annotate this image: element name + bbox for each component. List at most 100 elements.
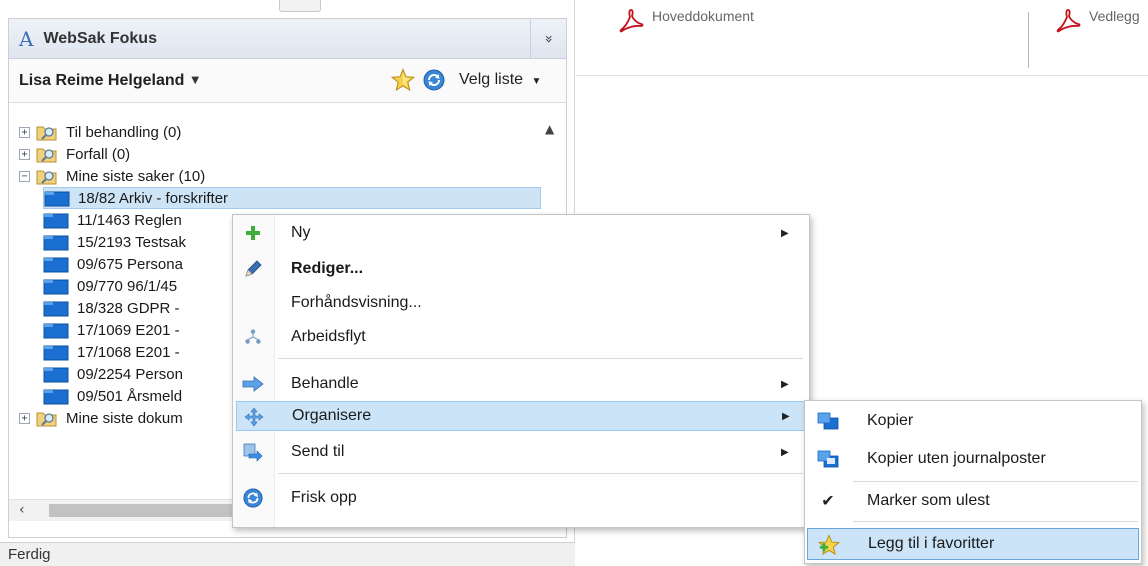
menu-item-label: Behandle (291, 375, 359, 392)
menu-item-forhandsvisning[interactable]: Forhåndsvisning... (236, 288, 806, 318)
menu-separator (853, 521, 1138, 522)
tree-node-label: Forfall (0) (66, 145, 131, 163)
collapse-button[interactable]: » (530, 19, 566, 58)
context-menu: Ny ▶ Rediger... Forhåndsvisning... Arbei… (232, 214, 810, 528)
tab-vedlegg[interactable]: Vedlegg (1055, 8, 1140, 34)
caret-down-icon: ▼ (531, 76, 542, 87)
add-favorite-icon (818, 534, 840, 556)
menu-item-ny[interactable]: Ny ▶ (236, 218, 806, 248)
tree-node-label: 18/328 GDPR - (77, 299, 180, 317)
scroll-left-icon[interactable]: ‹ (19, 502, 25, 518)
tree-node-til-behandling[interactable]: + Til behandling (0) (19, 121, 181, 143)
pdf-icon (619, 9, 644, 33)
collapse-icon[interactable]: − (19, 170, 30, 182)
submenu-arrow-icon: ▶ (781, 446, 789, 458)
tree-node-label: 09/675 Persona (77, 255, 183, 273)
expand-icon[interactable]: + (19, 126, 30, 138)
refresh-icon (242, 487, 264, 509)
scrollbar-thumb[interactable] (49, 504, 249, 517)
case-folder-icon (43, 367, 69, 382)
expand-icon[interactable]: + (19, 412, 30, 424)
menu-item-label: Legg til i favoritter (868, 535, 995, 552)
submenu-arrow-icon: ▶ (781, 227, 789, 239)
checkmark-icon: ✔ (821, 493, 835, 510)
menu-item-arbeidsflyt[interactable]: Arbeidsflyt (236, 322, 806, 352)
tree-node-case[interactable]: 17/1069 E201 - (43, 319, 180, 341)
case-folder-icon (43, 257, 69, 272)
search-folder-icon (36, 170, 57, 185)
menu-item-label: Marker som ulest (867, 492, 990, 509)
caret-down-icon[interactable]: ▼ (191, 75, 199, 86)
tree-node-label: 11/1463 Reglen (77, 211, 182, 229)
menu-item-organisere[interactable]: Organisere ▶ (236, 401, 806, 431)
tree-node-case[interactable]: 17/1068 E201 - (43, 341, 180, 363)
submenu-item-kopier[interactable]: Kopier (807, 405, 1139, 437)
tree-node-case[interactable]: 09/2254 Person (43, 363, 183, 385)
panel-title: WebSak Fokus (43, 29, 157, 47)
tree-node-case[interactable]: 18/328 GDPR - (43, 297, 180, 319)
tree-node-case[interactable]: 15/2193 Testsak (43, 231, 186, 253)
menu-item-label: Kopier (867, 412, 914, 429)
case-folder-icon (43, 279, 69, 294)
tab-hoveddokument[interactable]: Hoveddokument (618, 8, 754, 34)
refresh-list-icon[interactable] (423, 69, 445, 91)
tree-node-label: 09/501 Årsmeld (77, 387, 183, 405)
menu-item-rediger[interactable]: Rediger... (236, 254, 806, 284)
organize-icon (243, 406, 265, 428)
tree-node-label: 09/770 96/1/45 (77, 277, 178, 295)
case-folder-icon (43, 345, 69, 360)
menu-item-frisk-opp[interactable]: Frisk opp (236, 483, 806, 513)
pencil-icon (242, 258, 264, 280)
tree-node-label: 17/1069 E201 - (77, 321, 180, 339)
tree-node-forfall[interactable]: + Forfall (0) (19, 143, 130, 165)
tab-label: Vedlegg (1089, 8, 1140, 24)
search-folder-icon (36, 148, 57, 163)
select-list-label: Velg liste (459, 71, 524, 88)
menu-separator (278, 358, 803, 359)
favorites-star-icon[interactable] (391, 68, 415, 92)
select-list-dropdown[interactable]: Velg liste ▼ (459, 71, 541, 89)
menu-separator (853, 481, 1138, 482)
tree-node-label: 18/82 Arkiv - forskrifter (78, 189, 229, 207)
submenu-arrow-icon: ▶ (781, 378, 789, 390)
tree-node-case-selected[interactable]: 18/82 Arkiv - forskrifter (43, 187, 541, 209)
tree-node-case[interactable]: 09/675 Persona (43, 253, 183, 275)
tree-node-label: Til behandling (0) (66, 123, 182, 141)
status-bar: Ferdig (0, 542, 575, 566)
menu-item-send-til[interactable]: Send til ▶ (236, 437, 806, 467)
user-bar: Lisa Reime Helgeland ▼ Velg liste ▼ (9, 59, 566, 103)
tree-node-mine-siste-dokumenter[interactable]: + Mine siste dokum (19, 407, 183, 429)
pdf-icon (1056, 9, 1081, 33)
submenu-arrow-icon: ▶ (782, 410, 790, 422)
tree-node-case[interactable]: 09/770 96/1/45 (43, 275, 177, 297)
case-folder-icon (43, 389, 69, 404)
submenu-item-kopier-uten-journalposter[interactable]: Kopier uten journalposter (807, 443, 1139, 475)
menu-item-label: Kopier uten journalposter (867, 450, 1046, 467)
arrow-right-icon (242, 373, 264, 395)
case-folder-icon (43, 323, 69, 338)
submenu-item-legg-til-i-favoritter[interactable]: Legg til i favoritter (807, 528, 1139, 560)
user-name-dropdown[interactable]: Lisa Reime Helgeland (19, 72, 184, 90)
menu-item-behandle[interactable]: Behandle ▶ (236, 369, 806, 399)
expand-icon[interactable]: + (19, 148, 30, 160)
menu-item-label: Ny (291, 224, 311, 241)
case-folder-icon (43, 301, 69, 316)
menu-item-label: Organisere (292, 407, 372, 424)
panel-header: A WebSak Fokus » (9, 19, 566, 59)
menu-item-label: Frisk opp (291, 489, 357, 506)
menu-item-label: Arbeidsflyt (291, 328, 366, 345)
menu-item-label: Forhåndsvisning... (291, 294, 422, 311)
menu-item-label: Send til (291, 443, 345, 460)
search-folder-icon (36, 126, 57, 141)
send-icon (242, 441, 264, 463)
splitter-grip[interactable] (279, 0, 321, 12)
submenu-item-marker-som-ulest[interactable]: ✔ Marker som ulest (807, 485, 1139, 517)
tree-node-case[interactable]: 11/1463 Reglen (43, 209, 182, 231)
scroll-up-icon[interactable]: ▲ (545, 122, 554, 136)
tree-node-label: 15/2193 Testsak (77, 233, 186, 251)
document-tabs: Hoveddokument Vedlegg (576, 0, 1148, 76)
tree-node-mine-siste-saker[interactable]: − Mine siste saker (10) (19, 165, 205, 187)
case-folder-icon (44, 191, 70, 206)
tree-node-case[interactable]: 09/501 Årsmeld (43, 385, 182, 407)
tree-node-label: Mine siste dokum (66, 409, 183, 427)
